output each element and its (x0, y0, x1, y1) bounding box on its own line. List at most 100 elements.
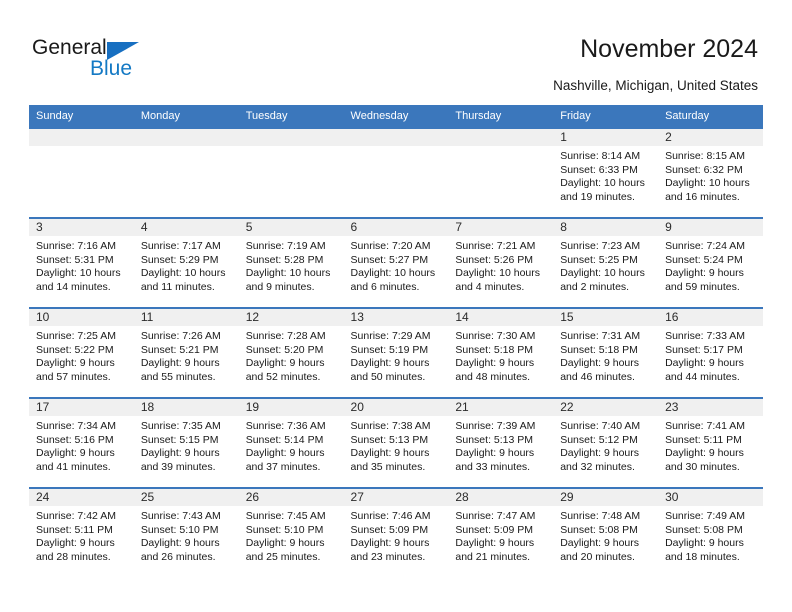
sunrise-text: Sunrise: 7:45 AM (245, 510, 326, 522)
day-cell[interactable]: 11 Sunrise: 7:26 AM Sunset: 5:21 PM Dayl… (133, 307, 239, 398)
sunset-text: Sunset: 5:22 PM (36, 343, 114, 356)
sunrise-text: Sunrise: 7:38 AM (350, 420, 431, 432)
day-details: Sunrise: 8:14 AM Sunset: 6:33 PM Dayligh… (553, 146, 658, 204)
day-number: 7 (448, 219, 554, 236)
day-number: 9 (658, 219, 763, 236)
sunrise-text: Sunrise: 7:29 AM (350, 330, 431, 342)
day-cell[interactable]: 7 Sunrise: 7:21 AM Sunset: 5:26 PM Dayli… (448, 217, 554, 308)
day-cell[interactable]: 23 Sunrise: 7:41 AM Sunset: 5:11 PM Dayl… (658, 397, 763, 488)
day-details: Sunrise: 7:41 AM Sunset: 5:11 PM Dayligh… (658, 416, 763, 474)
daylight-text-line1: Daylight: 9 hours (560, 447, 640, 459)
sunset-text: Sunset: 6:32 PM (665, 163, 743, 176)
day-cell[interactable]: 3 Sunrise: 7:16 AM Sunset: 5:31 PM Dayli… (29, 217, 134, 308)
day-cell[interactable]: 14 Sunrise: 7:30 AM Sunset: 5:18 PM Dayl… (448, 307, 554, 398)
day-number: 30 (658, 489, 763, 506)
daylight-text-line2: and 28 minutes. (36, 550, 111, 563)
daylight-text-line1: Daylight: 9 hours (140, 447, 220, 459)
daylight-text-line1: Daylight: 9 hours (455, 357, 535, 369)
day-cell[interactable]: 9 Sunrise: 7:24 AM Sunset: 5:24 PM Dayli… (658, 217, 763, 308)
day-cell[interactable]: 26 Sunrise: 7:45 AM Sunset: 5:10 PM Dayl… (238, 487, 344, 577)
day-cell[interactable]: 19 Sunrise: 7:36 AM Sunset: 5:14 PM Dayl… (238, 397, 344, 488)
day-number: 14 (448, 309, 554, 326)
daylight-text-line1: Daylight: 9 hours (350, 537, 430, 549)
daylight-text-line1: Daylight: 9 hours (665, 267, 744, 279)
weekday-header-thursday: Thursday (448, 105, 554, 128)
day-number: 20 (343, 399, 449, 416)
weekday-header-wednesday: Wednesday (343, 105, 449, 128)
day-cell[interactable]: 21 Sunrise: 7:39 AM Sunset: 5:13 PM Dayl… (448, 397, 554, 488)
sunset-text: Sunset: 5:18 PM (560, 343, 638, 356)
sunset-text: Sunset: 5:11 PM (36, 523, 113, 536)
calendar-body: 1 Sunrise: 8:14 AM Sunset: 6:33 PM Dayli… (29, 127, 763, 577)
sunset-text: Sunset: 5:11 PM (665, 433, 742, 446)
daylight-text-line2: and 18 minutes. (665, 550, 740, 563)
day-number: 19 (238, 399, 344, 416)
calendar-week-row: 3 Sunrise: 7:16 AM Sunset: 5:31 PM Dayli… (29, 217, 763, 308)
day-number: 6 (343, 219, 449, 236)
day-cell[interactable]: 25 Sunrise: 7:43 AM Sunset: 5:10 PM Dayl… (133, 487, 239, 577)
day-details: Sunrise: 7:35 AM Sunset: 5:15 PM Dayligh… (134, 416, 239, 474)
day-cell[interactable]: 30 Sunrise: 7:49 AM Sunset: 5:08 PM Dayl… (658, 487, 763, 577)
day-number: 21 (448, 399, 554, 416)
day-cell[interactable]: 17 Sunrise: 7:34 AM Sunset: 5:16 PM Dayl… (29, 397, 134, 488)
day-number: 11 (133, 309, 239, 326)
day-cell[interactable]: 6 Sunrise: 7:20 AM Sunset: 5:27 PM Dayli… (343, 217, 449, 308)
daylight-text-line2: and 59 minutes. (665, 280, 740, 293)
generalblue-logo[interactable]: General Blue (32, 36, 232, 86)
day-cell (29, 127, 134, 218)
day-details (448, 146, 553, 150)
day-cell[interactable]: 20 Sunrise: 7:38 AM Sunset: 5:13 PM Dayl… (343, 397, 449, 488)
calendar-week-row: 10 Sunrise: 7:25 AM Sunset: 5:22 PM Dayl… (29, 307, 763, 398)
day-details (134, 146, 239, 150)
sunset-text: Sunset: 5:28 PM (245, 253, 324, 266)
day-details: Sunrise: 7:33 AM Sunset: 5:17 PM Dayligh… (658, 326, 763, 384)
daylight-text-line1: Daylight: 10 hours (560, 267, 645, 279)
day-cell[interactable]: 8 Sunrise: 7:23 AM Sunset: 5:25 PM Dayli… (553, 217, 659, 308)
sunset-text: Sunset: 5:14 PM (245, 433, 324, 446)
day-cell[interactable]: 18 Sunrise: 7:35 AM Sunset: 5:15 PM Dayl… (133, 397, 239, 488)
sunrise-text: Sunrise: 7:46 AM (350, 510, 431, 522)
calendar-week-row: 24 Sunrise: 7:42 AM Sunset: 5:11 PM Dayl… (29, 487, 763, 577)
sunrise-sunset-calendar: Sunday Monday Tuesday Wednesday Thursday… (29, 105, 763, 577)
page-header: General Blue November 2024 Nashville, Mi… (0, 0, 792, 100)
day-cell[interactable]: 24 Sunrise: 7:42 AM Sunset: 5:11 PM Dayl… (29, 487, 134, 577)
day-cell[interactable]: 2 Sunrise: 8:15 AM Sunset: 6:32 PM Dayli… (658, 127, 763, 218)
day-details: Sunrise: 7:38 AM Sunset: 5:13 PM Dayligh… (344, 416, 449, 474)
sunrise-text: Sunrise: 7:41 AM (665, 420, 746, 432)
day-cell[interactable]: 1 Sunrise: 8:14 AM Sunset: 6:33 PM Dayli… (553, 127, 659, 218)
sunset-text: Sunset: 5:12 PM (560, 433, 638, 446)
day-cell[interactable]: 12 Sunrise: 7:28 AM Sunset: 5:20 PM Dayl… (238, 307, 344, 398)
day-cell[interactable]: 29 Sunrise: 7:48 AM Sunset: 5:08 PM Dayl… (553, 487, 659, 577)
daylight-text-line2: and 14 minutes. (36, 280, 111, 293)
daylight-text-line2: and 39 minutes. (140, 460, 216, 473)
day-details: Sunrise: 7:47 AM Sunset: 5:09 PM Dayligh… (448, 506, 553, 564)
day-number: 1 (553, 129, 659, 146)
day-cell[interactable]: 13 Sunrise: 7:29 AM Sunset: 5:19 PM Dayl… (343, 307, 449, 398)
day-cell[interactable]: 16 Sunrise: 7:33 AM Sunset: 5:17 PM Dayl… (658, 307, 763, 398)
page-subtitle: Nashville, Michigan, United States (553, 78, 758, 93)
day-cell[interactable]: 5 Sunrise: 7:19 AM Sunset: 5:28 PM Dayli… (238, 217, 344, 308)
day-details (29, 146, 134, 150)
day-number (133, 129, 239, 146)
sunrise-text: Sunrise: 7:42 AM (36, 510, 116, 522)
day-cell[interactable]: 4 Sunrise: 7:17 AM Sunset: 5:29 PM Dayli… (133, 217, 239, 308)
weekday-header-saturday: Saturday (658, 105, 763, 128)
day-cell (448, 127, 554, 218)
sunset-text: Sunset: 5:18 PM (455, 343, 534, 356)
day-cell[interactable]: 22 Sunrise: 7:40 AM Sunset: 5:12 PM Dayl… (553, 397, 659, 488)
sunset-text: Sunset: 5:13 PM (350, 433, 429, 446)
daylight-text-line1: Daylight: 10 hours (36, 267, 121, 279)
day-number: 8 (553, 219, 659, 236)
day-details: Sunrise: 7:39 AM Sunset: 5:13 PM Dayligh… (448, 416, 553, 474)
day-cell[interactable]: 27 Sunrise: 7:46 AM Sunset: 5:09 PM Dayl… (343, 487, 449, 577)
day-cell[interactable]: 10 Sunrise: 7:25 AM Sunset: 5:22 PM Dayl… (29, 307, 134, 398)
sunrise-text: Sunrise: 7:16 AM (36, 240, 116, 252)
sunset-text: Sunset: 5:29 PM (140, 253, 219, 266)
daylight-text-line2: and 25 minutes. (245, 550, 321, 563)
sunset-text: Sunset: 5:20 PM (245, 343, 324, 356)
day-cell[interactable]: 28 Sunrise: 7:47 AM Sunset: 5:09 PM Dayl… (448, 487, 554, 577)
day-cell[interactable]: 15 Sunrise: 7:31 AM Sunset: 5:18 PM Dayl… (553, 307, 659, 398)
day-number: 5 (238, 219, 344, 236)
sunrise-text: Sunrise: 7:43 AM (140, 510, 221, 522)
weekday-header-sunday: Sunday (29, 105, 134, 128)
